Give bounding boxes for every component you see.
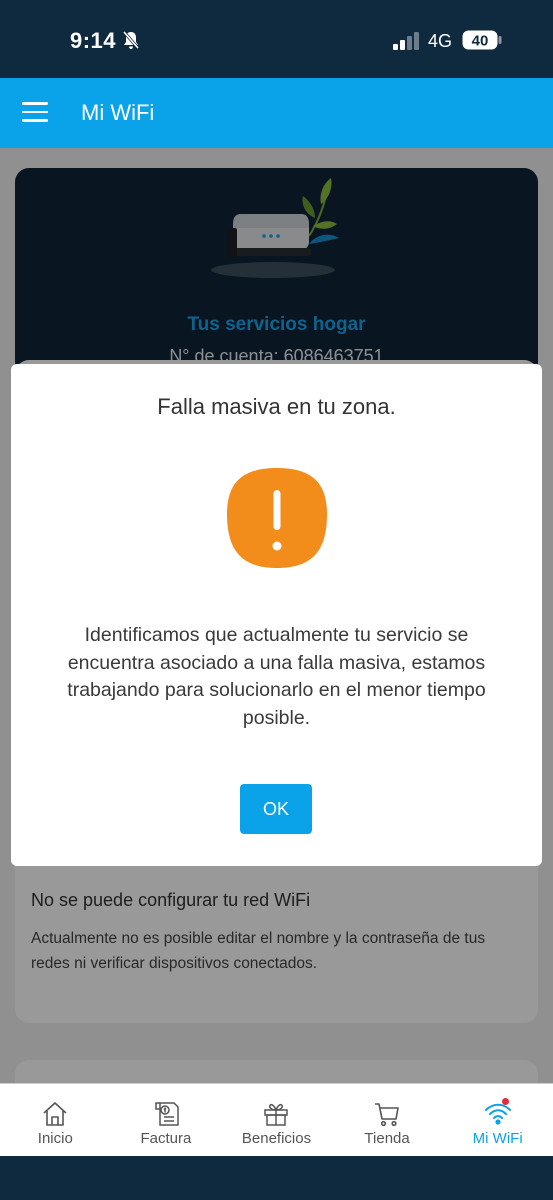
exclamation-warning-icon <box>227 468 327 568</box>
nav-item-tienda[interactable]: Tienda <box>332 1084 443 1156</box>
nav-item-factura[interactable]: Factura <box>111 1084 222 1156</box>
nav-label: Tienda <box>364 1130 410 1147</box>
nav-label: Beneficios <box>241 1130 312 1147</box>
status-bar: 9:14 4G 40 <box>0 0 553 78</box>
bell-off-icon <box>122 31 140 49</box>
nav-label: Inicio <box>37 1130 73 1147</box>
nav-item-inicio[interactable]: Inicio <box>0 1084 111 1156</box>
dialog-message: Identificamos que actualmente tu servici… <box>67 624 486 729</box>
network-type: 4G <box>428 31 453 51</box>
cart-icon <box>375 1103 399 1127</box>
nav-item-mi-wifi[interactable]: Mi WiFi <box>442 1084 553 1156</box>
home-indicator-area <box>0 1156 553 1200</box>
battery-icon: 40 <box>462 30 502 50</box>
signal-icon <box>393 32 419 50</box>
outage-dialog: Falla masiva en tu zona. Identificamos q… <box>11 364 542 866</box>
battery-level: 40 <box>472 33 489 50</box>
gift-icon <box>264 1103 289 1126</box>
notification-dot <box>501 1098 509 1105</box>
app-header: Mi WiFi <box>0 78 553 148</box>
bottom-navigation: Inicio Factura Beneficios Tienda Mi WiFi <box>0 1083 553 1156</box>
invoice-icon <box>155 1102 179 1126</box>
home-icon <box>43 1102 67 1126</box>
page-title: Mi WiFi <box>81 100 155 125</box>
nav-label: Mi WiFi <box>472 1130 523 1147</box>
hamburger-menu-icon[interactable] <box>22 102 48 122</box>
ok-button[interactable]: OK <box>240 784 312 834</box>
dialog-title: Falla masiva en tu zona. <box>157 394 396 419</box>
nav-item-beneficios[interactable]: Beneficios <box>221 1084 332 1156</box>
nav-label: Factura <box>140 1130 192 1147</box>
status-time: 9:14 <box>70 28 117 53</box>
